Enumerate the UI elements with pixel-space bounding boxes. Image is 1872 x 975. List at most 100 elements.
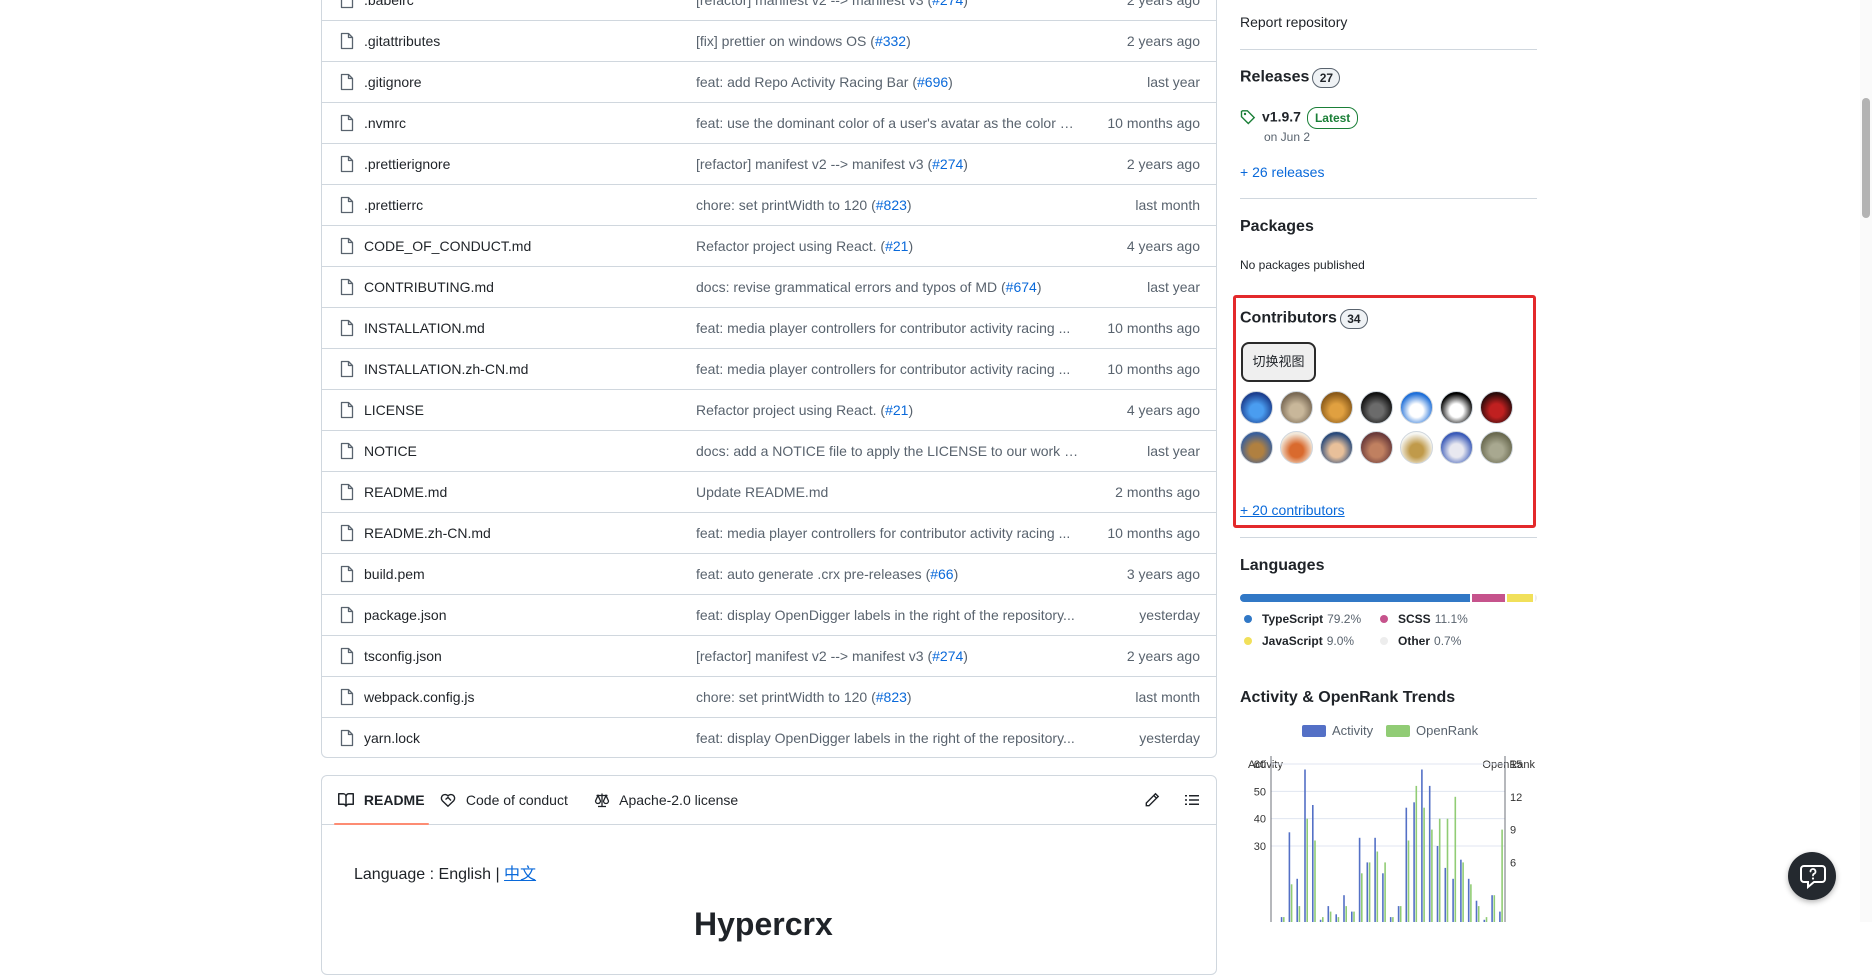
commit-message-text[interactable]: chore: set printWidth to 120 ( bbox=[696, 197, 876, 213]
file-row[interactable]: yarn.lock feat: display OpenDigger labels… bbox=[322, 717, 1216, 757]
contributor-avatar[interactable] bbox=[1280, 431, 1313, 464]
commit-message[interactable]: feat: add Repo Activity Racing Bar (#696… bbox=[696, 62, 1081, 102]
file-name[interactable]: package.json bbox=[364, 595, 447, 635]
commit-pr-link[interactable]: #66 bbox=[930, 566, 953, 582]
language-item[interactable]: Other 0.7% bbox=[1380, 634, 1461, 648]
commit-message[interactable]: [fix] prettier on windows OS (#332) bbox=[696, 21, 1081, 61]
file-row[interactable]: .gitattributes [fix] prettier on windows … bbox=[322, 20, 1216, 61]
more-releases-link[interactable]: + 26 releases bbox=[1240, 164, 1537, 180]
language-item[interactable]: JavaScript 9.0% bbox=[1244, 634, 1354, 648]
commit-message-text[interactable]: feat: display OpenDigger labels in the r… bbox=[696, 730, 1075, 746]
commit-message[interactable]: feat: media player controllers for contr… bbox=[696, 513, 1081, 553]
commit-message-text[interactable]: feat: auto generate .crx pre-releases ( bbox=[696, 566, 930, 582]
file-row[interactable]: CODE_OF_CONDUCT.md Refactor project using… bbox=[322, 225, 1216, 266]
list-outline-icon[interactable] bbox=[1184, 792, 1200, 808]
commit-message-text[interactable]: Refactor project using React. ( bbox=[696, 238, 885, 254]
commit-message[interactable]: Refactor project using React. (#21) bbox=[696, 226, 1081, 266]
file-row[interactable]: .prettierrc chore: set printWidth to 120 … bbox=[322, 184, 1216, 225]
commit-message-text[interactable]: [refactor] manifest v2 --> manifest v3 ( bbox=[696, 0, 932, 8]
release-version[interactable]: v1.9.7 bbox=[1262, 109, 1301, 125]
commit-pr-link[interactable]: #274 bbox=[932, 648, 963, 664]
more-releases-text[interactable]: + 26 releases bbox=[1240, 164, 1324, 180]
commit-message-text[interactable]: feat: add Repo Activity Racing Bar ( bbox=[696, 74, 917, 90]
more-contributors-text[interactable]: + 20 contributors bbox=[1240, 502, 1345, 518]
file-name[interactable]: .prettierrc bbox=[364, 185, 423, 225]
file-row[interactable]: README.zh-CN.md feat: media player contro… bbox=[322, 512, 1216, 553]
file-name[interactable]: yarn.lock bbox=[364, 718, 420, 757]
commit-pr-link[interactable]: #332 bbox=[875, 33, 906, 49]
commit-message[interactable]: [refactor] manifest v2 --> manifest v3 (… bbox=[696, 144, 1081, 184]
file-name[interactable]: .babelrc bbox=[364, 0, 414, 20]
commit-pr-link[interactable]: #823 bbox=[876, 197, 907, 213]
help-button[interactable] bbox=[1788, 852, 1836, 900]
scrollbar-thumb[interactable] bbox=[1862, 98, 1870, 218]
commit-message-text[interactable]: chore: set printWidth to 120 ( bbox=[696, 689, 876, 705]
pencil-icon[interactable] bbox=[1144, 792, 1160, 808]
file-row[interactable]: INSTALLATION.zh-CN.md feat: media player … bbox=[322, 348, 1216, 389]
commit-pr-link[interactable]: #21 bbox=[885, 238, 908, 254]
contributor-avatar[interactable] bbox=[1240, 391, 1273, 424]
file-name[interactable]: .nvmrc bbox=[364, 103, 406, 143]
more-contributors-link[interactable]: + 20 contributors bbox=[1240, 502, 1537, 518]
contributor-avatar[interactable] bbox=[1360, 391, 1393, 424]
latest-release[interactable]: v1.9.7 Latest bbox=[1240, 107, 1537, 129]
file-name[interactable]: build.pem bbox=[364, 554, 425, 594]
commit-message[interactable]: [refactor] manifest v2 --> manifest v3 (… bbox=[696, 0, 1081, 20]
contributor-avatar[interactable] bbox=[1240, 431, 1273, 464]
file-name[interactable]: LICENSE bbox=[364, 390, 424, 430]
contributor-avatar[interactable] bbox=[1360, 431, 1393, 464]
tab-readme[interactable]: README bbox=[334, 776, 429, 825]
file-row[interactable]: .gitignore feat: add Repo Activity Racing… bbox=[322, 61, 1216, 102]
commit-message[interactable]: Update README.md bbox=[696, 472, 1081, 512]
commit-pr-link[interactable]: #274 bbox=[932, 156, 963, 172]
commit-message[interactable]: feat: display OpenDigger labels in the r… bbox=[696, 718, 1081, 757]
commit-message[interactable]: chore: set printWidth to 120 (#823) bbox=[696, 677, 1081, 717]
file-name[interactable]: CONTRIBUTING.md bbox=[364, 267, 494, 307]
file-name[interactable]: README.md bbox=[364, 472, 447, 512]
commit-pr-link[interactable]: #21 bbox=[885, 402, 908, 418]
file-name[interactable]: NOTICE bbox=[364, 431, 417, 471]
packages-heading[interactable]: Packages bbox=[1240, 218, 1537, 236]
tab-license[interactable]: Apache-2.0 license bbox=[594, 776, 738, 824]
commit-message[interactable]: feat: auto generate .crx pre-releases (#… bbox=[696, 554, 1081, 594]
contributor-avatar[interactable] bbox=[1400, 391, 1433, 424]
contributor-avatar[interactable] bbox=[1480, 391, 1513, 424]
commit-message[interactable]: feat: use the dominant color of a user's… bbox=[696, 103, 1081, 143]
file-name[interactable]: tsconfig.json bbox=[364, 636, 442, 676]
file-name[interactable]: webpack.config.js bbox=[364, 677, 475, 717]
commit-message-text[interactable]: [refactor] manifest v2 --> manifest v3 ( bbox=[696, 648, 932, 664]
commit-message[interactable]: feat: media player controllers for contr… bbox=[696, 349, 1081, 389]
releases-heading[interactable]: Releases 27 bbox=[1240, 68, 1537, 88]
language-item[interactable]: TypeScript 79.2% bbox=[1244, 612, 1361, 626]
contributor-avatar[interactable] bbox=[1440, 431, 1473, 464]
commit-message-text[interactable]: [refactor] manifest v2 --> manifest v3 ( bbox=[696, 156, 932, 172]
contributor-avatar[interactable] bbox=[1440, 391, 1473, 424]
file-row[interactable]: build.pem feat: auto generate .crx pre-re… bbox=[322, 553, 1216, 594]
commit-message-text[interactable]: feat: media player controllers for contr… bbox=[696, 361, 1070, 377]
file-row[interactable]: .prettierignore [refactor] manifest v2 --… bbox=[322, 143, 1216, 184]
report-repository-link[interactable]: Report repository bbox=[1240, 14, 1537, 30]
contributor-avatar[interactable] bbox=[1400, 431, 1433, 464]
commit-pr-link[interactable]: #274 bbox=[932, 0, 963, 8]
commit-message[interactable]: chore: set printWidth to 120 (#823) bbox=[696, 185, 1081, 225]
file-name[interactable]: CODE_OF_CONDUCT.md bbox=[364, 226, 531, 266]
commit-message-text[interactable]: feat: media player controllers for contr… bbox=[696, 320, 1070, 336]
commit-pr-link[interactable]: #823 bbox=[876, 689, 907, 705]
contributors-heading[interactable]: Contributors 34 bbox=[1240, 309, 1537, 329]
commit-message-text[interactable]: Update README.md bbox=[696, 484, 828, 500]
file-name[interactable]: INSTALLATION.md bbox=[364, 308, 485, 348]
contributor-avatar[interactable] bbox=[1320, 391, 1353, 424]
file-row[interactable]: LICENSE Refactor project using React. (#2… bbox=[322, 389, 1216, 430]
file-name[interactable]: INSTALLATION.zh-CN.md bbox=[364, 349, 528, 389]
readme-language-link[interactable]: 中文 bbox=[504, 866, 536, 883]
file-row[interactable]: package.json feat: display OpenDigger lab… bbox=[322, 594, 1216, 635]
file-name[interactable]: .gitattributes bbox=[364, 21, 440, 61]
file-row[interactable]: webpack.config.js chore: set printWidth t… bbox=[322, 676, 1216, 717]
file-row[interactable]: NOTICE docs: add a NOTICE file to apply t… bbox=[322, 430, 1216, 471]
commit-message-text[interactable]: feat: use the dominant color of a user's… bbox=[696, 115, 1081, 131]
file-row[interactable]: README.md Update README.md 2 months ago bbox=[322, 471, 1216, 512]
commit-message[interactable]: [refactor] manifest v2 --> manifest v3 (… bbox=[696, 636, 1081, 676]
file-name[interactable]: .prettierignore bbox=[364, 144, 450, 184]
language-item[interactable]: SCSS 11.1% bbox=[1380, 612, 1468, 626]
tab-code-of-conduct[interactable]: Code of conduct bbox=[440, 776, 568, 824]
